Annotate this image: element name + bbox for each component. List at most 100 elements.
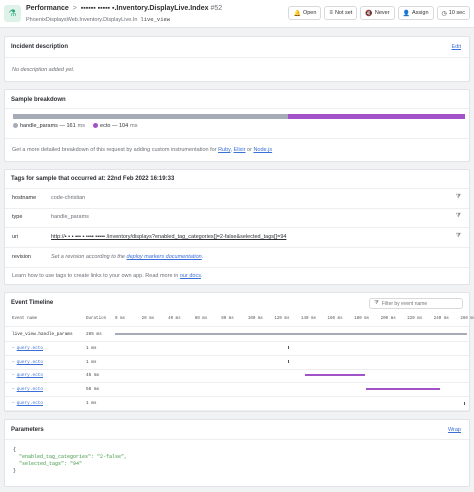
code-line: { bbox=[13, 447, 17, 453]
tag-key: type bbox=[12, 214, 23, 220]
panel-title: Sample breakdown bbox=[11, 97, 66, 103]
event-track bbox=[115, 346, 467, 350]
legend-item: handle_params — 161 ms bbox=[13, 123, 85, 129]
legend-unit: ms bbox=[130, 123, 138, 129]
event-name[interactable]: — query.ecto bbox=[12, 373, 43, 378]
timeline-header: Event name Duration 0 ms 20 ms 40 ms 60 ms 8… bbox=[5, 313, 474, 325]
hint-text: Get a more detailed breakdown of this re… bbox=[12, 147, 217, 153]
event-name[interactable]: — query.ecto bbox=[12, 401, 43, 406]
timeline-row[interactable]: — query.ecto 1 ms bbox=[5, 342, 469, 355]
legend-unit: ms bbox=[77, 123, 86, 129]
parameters-code: { "enabled_tag_categories": "2-false", "… bbox=[13, 447, 127, 475]
hint-comma: , bbox=[230, 147, 233, 153]
sample-breakdown-panel: Sample breakdown handle_params — 161 ms ec… bbox=[4, 89, 470, 162]
app-logo: ⚗ bbox=[4, 5, 21, 22]
timeline-row[interactable]: live_view.handle_params 265 ms bbox=[5, 328, 469, 341]
timeline-row[interactable]: — query.ecto 56 ms bbox=[5, 383, 469, 396]
event-name[interactable]: — query.ecto bbox=[12, 387, 43, 392]
tree-branch-icon: — bbox=[12, 401, 15, 406]
divider bbox=[5, 326, 469, 327]
header-actions: 🔔 Open ≡ Not set 🔇 Never 👤 Assign ◷ 10 sec bbox=[288, 6, 470, 20]
event-duration-bar bbox=[366, 388, 441, 391]
breakdown-bar bbox=[13, 114, 465, 119]
event-filter-input[interactable] bbox=[381, 300, 462, 307]
timeline-tick-label: 140 ms bbox=[300, 317, 317, 321]
legend-dot bbox=[13, 123, 18, 129]
elixir-link[interactable]: Elixir bbox=[234, 147, 246, 153]
tree-branch-icon: — bbox=[12, 359, 15, 365]
timeline-tick-label: 20 ms bbox=[141, 317, 155, 321]
divider bbox=[5, 108, 469, 109]
namespace-tag: live_view bbox=[140, 16, 171, 23]
event-name-text: query.ecto bbox=[16, 401, 43, 406]
event-name: live_view.handle_params bbox=[12, 332, 73, 337]
tree-branch-icon: — bbox=[12, 373, 15, 379]
description-text: No description added yet. bbox=[12, 67, 75, 73]
timeline-tick-label: 160 ms bbox=[327, 317, 343, 321]
notify-button[interactable]: 🔇 Never bbox=[360, 6, 395, 20]
event-filter[interactable]: ⧩ bbox=[369, 298, 463, 309]
filter-icon[interactable]: ⧩ bbox=[456, 194, 461, 201]
bars-icon: ≡ bbox=[329, 10, 333, 16]
legend-dot bbox=[93, 123, 99, 129]
breakdown-legend: handle_params — 161 ms ecto — 104 ms bbox=[13, 123, 138, 129]
filter-icon[interactable]: ⧩ bbox=[456, 213, 461, 220]
divider bbox=[5, 57, 469, 58]
event-name-text: live_view.handle_params bbox=[12, 332, 73, 337]
event-duration-bar bbox=[464, 401, 466, 405]
filter-icon[interactable]: ⧩ bbox=[456, 233, 461, 240]
filter-icon: ⧩ bbox=[374, 300, 379, 306]
instrumentation-hint: Get a more detailed breakdown of this re… bbox=[12, 147, 272, 153]
tags-footer-suffix: . bbox=[200, 273, 203, 279]
panel-title: Tags for sample that occurred at: 22nd F… bbox=[11, 176, 175, 182]
page-header: ⚗ Performance > ▪▪▪▪▪▪ ▪▪▪▪▪ ▪.Inventory… bbox=[0, 0, 474, 28]
timeline-tick-label: 60 ms bbox=[194, 317, 208, 321]
mute-icon: 🔇 bbox=[365, 10, 373, 17]
event-name[interactable]: — query.ecto bbox=[12, 360, 43, 365]
panel-title: Event Timeline bbox=[11, 300, 54, 306]
event-duration-bar bbox=[287, 346, 289, 350]
tag-value: handle_params bbox=[51, 214, 89, 220]
our-docs-link[interactable]: our docs bbox=[180, 273, 201, 279]
code-line: "enabled_tag_categories": "2-false", bbox=[13, 454, 128, 460]
tag-value: Set a revision according to the deploy m… bbox=[51, 254, 203, 260]
ruby-link[interactable]: Ruby bbox=[218, 147, 230, 153]
timeline-row[interactable]: — query.ecto 1 ms bbox=[5, 397, 469, 410]
event-duration-bar bbox=[287, 360, 289, 364]
bell-icon: 🔔 bbox=[293, 10, 301, 17]
event-name[interactable]: — query.ecto bbox=[12, 346, 43, 351]
severity-button[interactable]: ≡ Not set bbox=[324, 6, 358, 20]
action-subtitle: PhoenixDisplaysWeb.Inventory.DisplayLive… bbox=[26, 16, 170, 23]
timeline-row[interactable]: — query.ecto 1 ms bbox=[5, 356, 469, 369]
timeline-row[interactable]: — query.ecto 45 ms bbox=[5, 369, 469, 382]
event-name-text: query.ecto bbox=[16, 359, 43, 365]
timeline-tick-label: 100 ms bbox=[247, 317, 263, 321]
legend-label: handle_params bbox=[20, 123, 58, 129]
tag-row-uri: uri http://▪ ▪ ▪ ▪▪▪ ▪ ▪▪▪▪ ▪▪▪▪▪ /inven… bbox=[5, 228, 469, 247]
edit-description-link[interactable]: Edit bbox=[452, 44, 461, 50]
namespace-label[interactable]: Performance bbox=[26, 5, 69, 12]
tag-key: revision bbox=[12, 254, 31, 260]
parameters-panel: Parameters Wrap { "enabled_tag_categorie… bbox=[4, 419, 470, 487]
tags-footer: Learn how to use tags to create links to… bbox=[12, 273, 203, 279]
panel-title: Parameters bbox=[11, 427, 44, 433]
timeline-tick-label: 120 ms bbox=[274, 317, 290, 321]
timeline-tick-label: 0 ms bbox=[115, 317, 126, 321]
nodejs-link[interactable]: Node.js bbox=[253, 147, 272, 153]
tag-key: hostname bbox=[12, 195, 37, 201]
event-name-text: query.ecto bbox=[16, 345, 43, 351]
button-label: 10 sec bbox=[448, 10, 465, 16]
timeline-tick-label: 240 ms bbox=[433, 317, 449, 321]
divider bbox=[5, 439, 469, 440]
timeline-tick-label: 200 ms bbox=[380, 317, 396, 321]
event-duration-bar bbox=[304, 374, 365, 377]
uri-link[interactable]: http://▪ ▪ ▪ ▪▪▪ ▪ ▪▪▪▪ ▪▪▪▪▪ /inventory… bbox=[51, 234, 286, 240]
wrap-toggle[interactable]: Wrap bbox=[448, 427, 461, 433]
deploy-markers-link[interactable]: deploy markers documentation bbox=[127, 254, 202, 260]
button-label: Never bbox=[374, 10, 390, 16]
open-button[interactable]: 🔔 Open bbox=[288, 6, 322, 20]
button-label: Not set bbox=[334, 10, 353, 16]
divider bbox=[5, 138, 469, 139]
assign-button[interactable]: 👤 Assign bbox=[397, 6, 434, 20]
threshold-button[interactable]: ◷ 10 sec bbox=[436, 6, 470, 20]
